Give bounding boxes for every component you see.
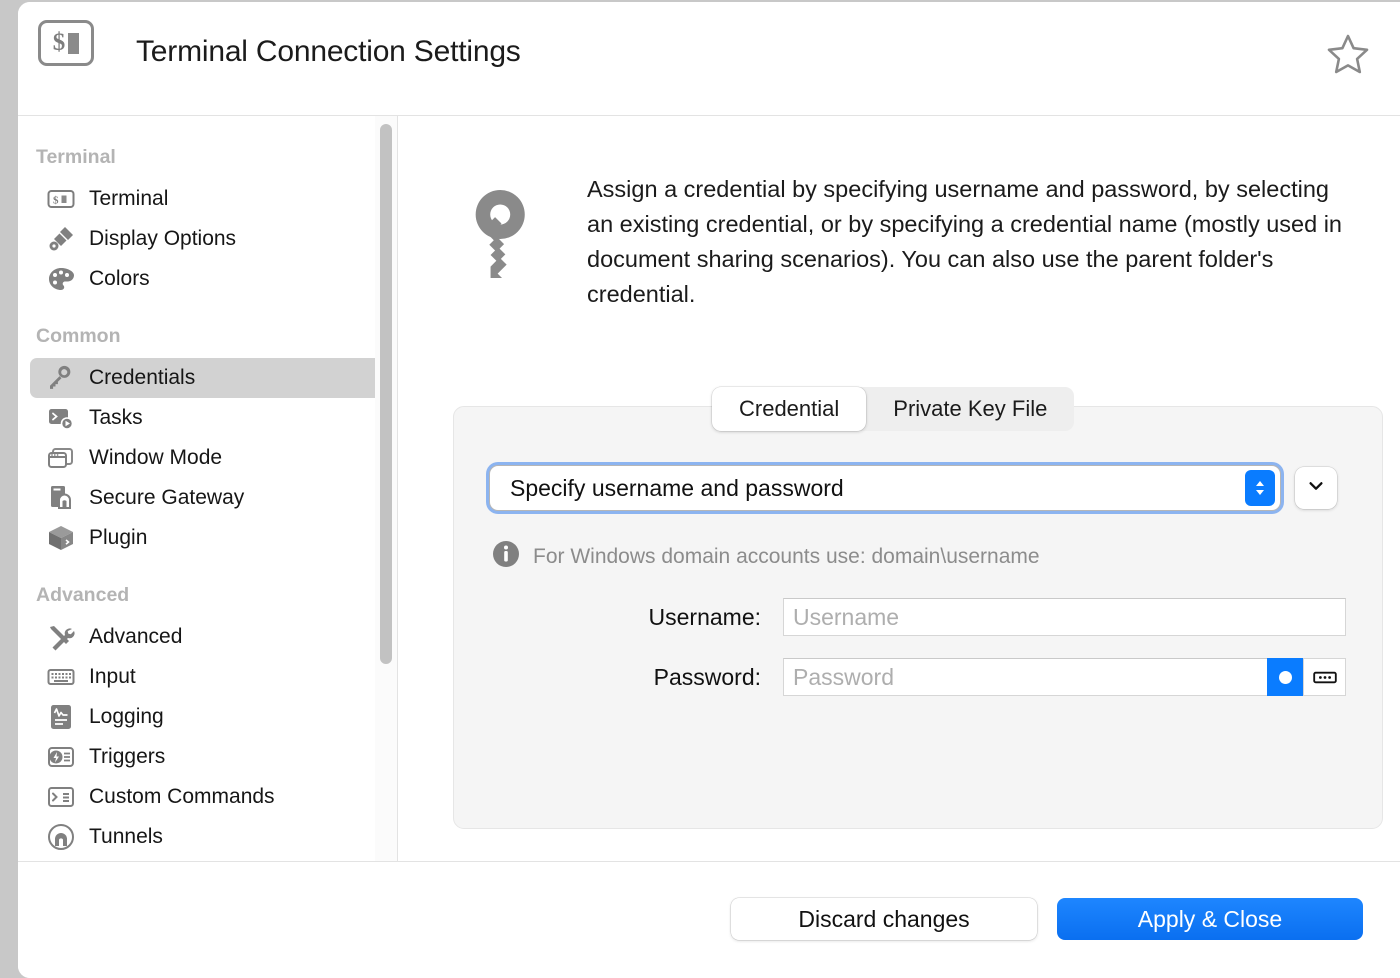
dialog-footer: Discard changes Apply & Close bbox=[18, 861, 1400, 978]
box-icon bbox=[46, 523, 76, 553]
sidebar-group-label: Terminal bbox=[18, 146, 397, 169]
apply-and-close-button[interactable]: Apply & Close bbox=[1057, 898, 1363, 940]
key-icon bbox=[46, 363, 76, 393]
credentials-intro: Assign a credential by specifying userna… bbox=[447, 172, 1367, 312]
sidebar-item-label: Tasks bbox=[89, 406, 143, 430]
sidebar-item-label: Terminal bbox=[89, 187, 168, 211]
domain-hint-text: For Windows domain accounts use: domain\… bbox=[533, 545, 1040, 569]
palette-icon bbox=[46, 264, 76, 294]
keyboard-icon bbox=[46, 662, 76, 692]
dot-glyph bbox=[1279, 671, 1292, 684]
sidebar-item-label: Custom Commands bbox=[89, 785, 275, 809]
sidebar-item-label: Triggers bbox=[89, 745, 165, 769]
star-outline-icon[interactable] bbox=[1324, 30, 1372, 78]
tasks-icon bbox=[46, 403, 76, 433]
sidebar-item-colors[interactable]: Colors bbox=[30, 259, 385, 299]
username-row: Username: Username bbox=[453, 598, 1346, 636]
settings-content-panel: Assign a credential by specifying userna… bbox=[399, 116, 1400, 861]
gateway-icon bbox=[46, 483, 76, 513]
sidebar-item-label: Colors bbox=[89, 267, 150, 291]
username-input[interactable]: Username bbox=[783, 598, 1346, 636]
domain-hint-row: For Windows domain accounts use: domain\… bbox=[492, 540, 1040, 573]
sidebar-scrollbar-thumb[interactable] bbox=[380, 124, 392, 664]
sidebar-item-label: Secure Gateway bbox=[89, 486, 244, 510]
username-placeholder: Username bbox=[784, 604, 899, 631]
svg-text:$: $ bbox=[53, 195, 59, 207]
trigger-bolt-icon bbox=[46, 742, 76, 772]
tunnel-icon bbox=[46, 822, 76, 852]
command-prompt-icon bbox=[46, 782, 76, 812]
sidebar-item-display-options[interactable]: Display Options bbox=[30, 219, 385, 259]
keyboard-icon[interactable] bbox=[1303, 658, 1346, 696]
sidebar-item-tunnels[interactable]: Tunnels bbox=[30, 817, 385, 857]
settings-sidebar[interactable]: Terminal $ Terminal Display Options Colo… bbox=[18, 116, 398, 861]
password-dot-icon[interactable] bbox=[1267, 658, 1303, 696]
sidebar-item-label: Display Options bbox=[89, 227, 236, 251]
window-icon bbox=[46, 443, 76, 473]
key-icon bbox=[447, 172, 557, 312]
chevron-down-icon bbox=[1307, 477, 1325, 500]
password-row: Password: Password bbox=[453, 658, 1346, 696]
settings-window: $ Terminal Connection Settings Terminal … bbox=[18, 2, 1400, 978]
sidebar-group-label: Advanced bbox=[18, 584, 397, 607]
sidebar-item-triggers[interactable]: Triggers bbox=[30, 737, 385, 777]
sidebar-item-label: Plugin bbox=[89, 526, 147, 550]
chevron-updown-icon[interactable] bbox=[1245, 470, 1275, 506]
sidebar-item-credentials[interactable]: Credentials bbox=[30, 358, 385, 398]
sidebar-group-label: Common bbox=[18, 325, 397, 348]
terminal-icon: $ bbox=[46, 184, 76, 214]
credential-tab-group[interactable]: Credential Private Key File bbox=[712, 387, 1074, 431]
password-input[interactable]: Password bbox=[783, 658, 1346, 696]
sidebar-item-logging[interactable]: Logging bbox=[30, 697, 385, 737]
tab-private-key-file[interactable]: Private Key File bbox=[866, 387, 1074, 431]
sidebar-item-label: Credentials bbox=[89, 366, 195, 390]
paintbrush-icon bbox=[46, 224, 76, 254]
title-bar: $ Terminal Connection Settings bbox=[18, 2, 1400, 116]
sidebar-item-label: Window Mode bbox=[89, 446, 222, 470]
discard-changes-button[interactable]: Discard changes bbox=[731, 898, 1037, 940]
credential-mode-value: Specify username and password bbox=[490, 475, 844, 502]
dollar-glyph: $ bbox=[53, 30, 66, 55]
sidebar-item-label: Advanced bbox=[89, 625, 182, 649]
password-label: Password: bbox=[453, 664, 783, 691]
sidebar-item-advanced[interactable]: Advanced bbox=[30, 617, 385, 657]
terminal-prompt-icon: $ bbox=[38, 20, 94, 66]
tools-icon bbox=[46, 622, 76, 652]
sidebar-item-custom-commands[interactable]: Custom Commands bbox=[30, 777, 385, 817]
sidebar-item-label: Logging bbox=[89, 705, 164, 729]
sidebar-item-plugin[interactable]: Plugin bbox=[30, 518, 385, 558]
password-placeholder: Password bbox=[784, 664, 894, 691]
sidebar-item-input[interactable]: Input bbox=[30, 657, 385, 697]
intro-description: Assign a credential by specifying userna… bbox=[587, 172, 1347, 312]
credential-mode-select[interactable]: Specify username and password bbox=[490, 466, 1280, 510]
tab-credential[interactable]: Credential bbox=[712, 387, 866, 431]
sidebar-item-tasks[interactable]: Tasks bbox=[30, 398, 385, 438]
sidebar-item-label: Input bbox=[89, 665, 136, 689]
info-circle-icon bbox=[492, 540, 520, 573]
username-label: Username: bbox=[453, 604, 783, 631]
sidebar-item-secure-gateway[interactable]: Secure Gateway bbox=[30, 478, 385, 518]
credential-select-row: Specify username and password bbox=[490, 466, 1337, 510]
sidebar-item-label: Tunnels bbox=[89, 825, 163, 849]
cursor-block bbox=[68, 33, 79, 54]
credential-more-button[interactable] bbox=[1295, 467, 1337, 509]
page-title: Terminal Connection Settings bbox=[136, 35, 521, 69]
sidebar-item-window-mode[interactable]: Window Mode bbox=[30, 438, 385, 478]
log-document-icon bbox=[46, 702, 76, 732]
sidebar-item-terminal[interactable]: $ Terminal bbox=[30, 179, 385, 219]
